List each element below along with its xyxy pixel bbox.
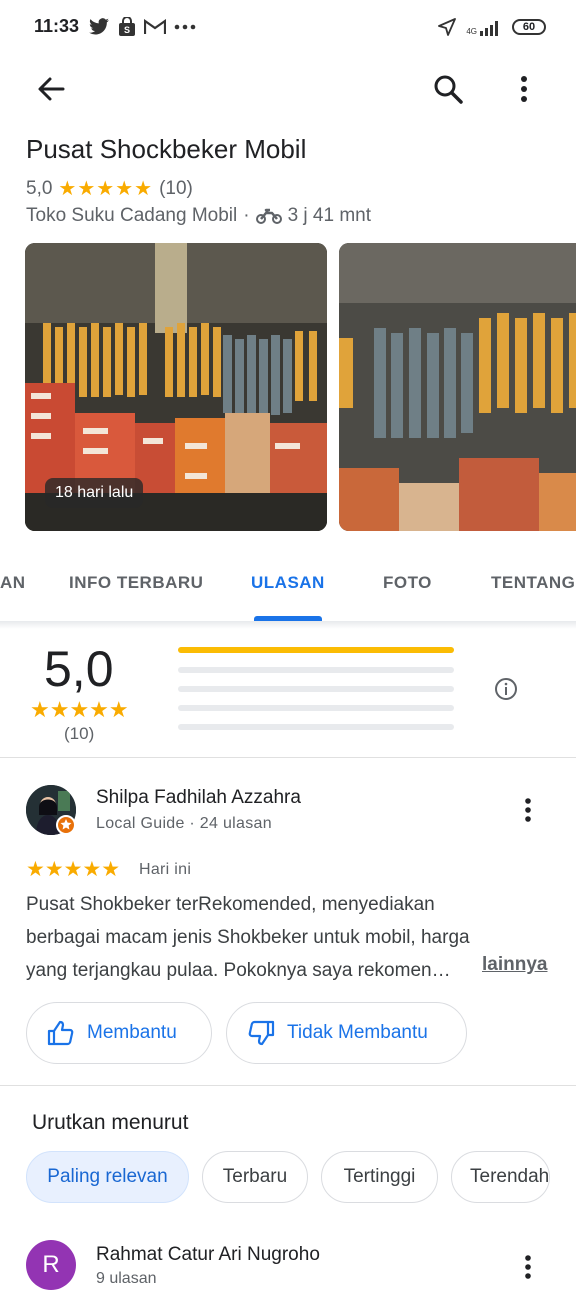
info-button[interactable] [494,677,518,701]
local-guide-badge-icon [56,815,76,835]
place-photo-2[interactable] [339,243,576,531]
not-helpful-label: Tidak Membantu [287,1022,428,1043]
rating-bar-1-star [178,724,454,730]
separator-dot: · [243,205,250,226]
helpful-label: Membantu [87,1022,177,1043]
network-label: 4G [466,27,477,36]
thumb-down-icon [248,1020,275,1046]
review2-more-button[interactable] [522,1254,534,1280]
more-vert-icon [525,1255,531,1279]
photo-age-badge: 18 hari lalu [45,478,144,508]
motorcycle-icon [255,208,282,224]
status-time: 11:33 [34,16,80,36]
back-button[interactable] [36,74,66,104]
battery-icon: 60 [512,19,546,35]
divider [0,1085,576,1086]
read-more-link[interactable]: lainnya [482,954,547,976]
review-text-line: yang terjangkau pulaa. Pokoknya saya rek… [26,960,451,981]
summary-count: (10) [64,724,95,743]
review-time: Hari ini [139,861,192,878]
tab-bar: AN INFO TERBARU ULASAN FOTO TENTANG [0,553,576,622]
tab-ulasan[interactable]: ULASAN [251,573,325,593]
rating-value: 5,0 [26,177,53,199]
place-title: Pusat Shockbeker Mobil [26,134,307,164]
tab-foto[interactable]: FOTO [383,573,432,593]
rating-bar-3-star [178,686,454,692]
place-category: Toko Suku Cadang Mobil [26,205,238,226]
summary-score: 5,0 [44,641,114,697]
reviewer2-subtitle: 9 ulasan [96,1270,157,1287]
reviewer2-name[interactable]: Rahmat Catur Ari Nugroho [96,1244,320,1266]
more-dots-icon [174,24,196,30]
gmail-icon [144,19,166,35]
travel-time: 3 j 41 mnt [287,205,372,226]
sort-chip-newest[interactable]: Terbaru [202,1151,308,1203]
sort-chip-relevant[interactable]: Paling relevan [26,1151,189,1203]
helpful-button[interactable]: Membantu [26,1002,212,1064]
review-text[interactable]: Pusat Shokbeker terRekomended, menyediak… [26,888,556,987]
status-left-icons: S [88,16,196,38]
tab-overview-partial[interactable]: AN [0,573,26,593]
more-vert-icon [525,798,531,822]
tab-info-terbaru[interactable]: INFO TERBARU [69,573,203,593]
sort-chip-highest[interactable]: Tertinggi [321,1151,438,1203]
more-vert-icon [521,76,527,102]
svg-text:S: S [124,25,130,35]
place-rating-line[interactable]: 5,0 ★★★★★ (10) [26,176,193,201]
rating-stars: ★★★★★ [58,178,154,200]
tab-tentang[interactable]: TENTANG [491,573,575,593]
rating-bar-2-star [178,705,454,711]
summary-stars: ★★★★★ [30,697,129,722]
review-text-line: Pusat Shokbeker terRekomended, menyediak… [26,894,435,915]
not-helpful-button[interactable]: Tidak Membantu [226,1002,467,1064]
search-button[interactable] [432,73,464,105]
signal-icon: 4G [466,18,502,36]
info-icon [495,678,517,700]
sort-title: Urutkan menurut [32,1111,189,1134]
rating-bar-4-star [178,667,454,673]
shop-icon: S [118,17,136,37]
review-more-button[interactable] [522,797,534,823]
review-text-line: berbagai macam jenis Shokbeker untuk mob… [26,927,470,948]
place-category-line: Toko Suku Cadang Mobil · 3 j 41 mnt [26,205,371,227]
reviewer-name[interactable]: Shilpa Fadhilah Azzahra [96,787,301,809]
divider [0,757,576,758]
search-icon [434,75,463,104]
rating-bar-fill [178,647,454,653]
more-options-button[interactable] [518,74,530,104]
sort-chip-lowest[interactable]: Terendah [451,1151,550,1203]
twitter-icon [88,18,110,36]
tabs-shadow [0,621,576,629]
reviewer-subtitle: Local Guide · 24 ulasan [96,815,272,832]
status-right-icons: 4G 60 [438,16,546,38]
location-arrow-icon [438,18,457,36]
arrow-back-icon [38,77,65,101]
rating-bar-5-star [178,647,454,653]
thumb-up-icon [47,1020,74,1046]
review-stars: ★★★★★ [26,858,121,881]
reviewer2-avatar[interactable]: R [26,1240,76,1290]
review-count: (10) [159,177,193,199]
